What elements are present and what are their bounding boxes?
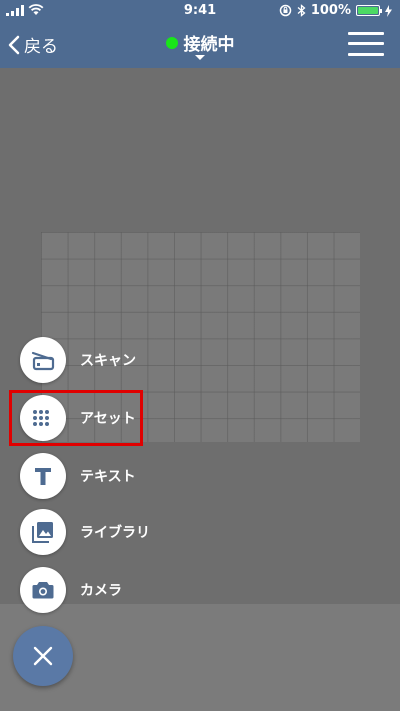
battery-percent: 100%	[310, 3, 351, 18]
caret-down-icon[interactable]	[195, 55, 205, 60]
fab-item-text[interactable]: テキスト	[20, 453, 136, 499]
connected-dot-icon	[165, 36, 178, 49]
camera-button[interactable]	[20, 567, 66, 613]
library-label: ライブラリ	[80, 525, 150, 541]
navigation-bar: 戻る 接続中	[0, 22, 400, 68]
menu-line	[348, 32, 384, 35]
camera-label: カメラ	[80, 583, 122, 599]
connection-status[interactable]: 接続中	[0, 30, 400, 55]
charging-bolt-icon	[385, 4, 392, 17]
camera-icon	[32, 582, 54, 599]
text-button[interactable]	[20, 453, 66, 499]
highlight-box	[9, 390, 143, 446]
text-t-icon	[35, 468, 51, 485]
close-icon	[33, 646, 53, 666]
bluetooth-icon	[297, 4, 306, 17]
scanner-icon	[31, 351, 55, 371]
fab-item-library[interactable]: ライブラリ	[20, 509, 150, 555]
photo-library-icon	[32, 522, 53, 543]
fab-item-camera[interactable]: カメラ	[20, 567, 122, 613]
status-bar: 9:41 100%	[0, 0, 400, 22]
page-title: 接続中	[183, 35, 235, 55]
fab-item-scan[interactable]: スキャン	[20, 337, 136, 383]
text-label: テキスト	[80, 469, 136, 485]
status-right: 100%	[279, 3, 392, 18]
orientation-lock-icon	[279, 4, 292, 17]
close-menu-button[interactable]	[13, 626, 73, 686]
menu-line	[348, 53, 384, 56]
hamburger-menu-button[interactable]	[348, 30, 384, 58]
menu-line	[348, 42, 384, 45]
library-button[interactable]	[20, 509, 66, 555]
scan-label: スキャン	[80, 353, 136, 369]
scan-button[interactable]	[20, 337, 66, 383]
battery-icon	[356, 5, 382, 16]
